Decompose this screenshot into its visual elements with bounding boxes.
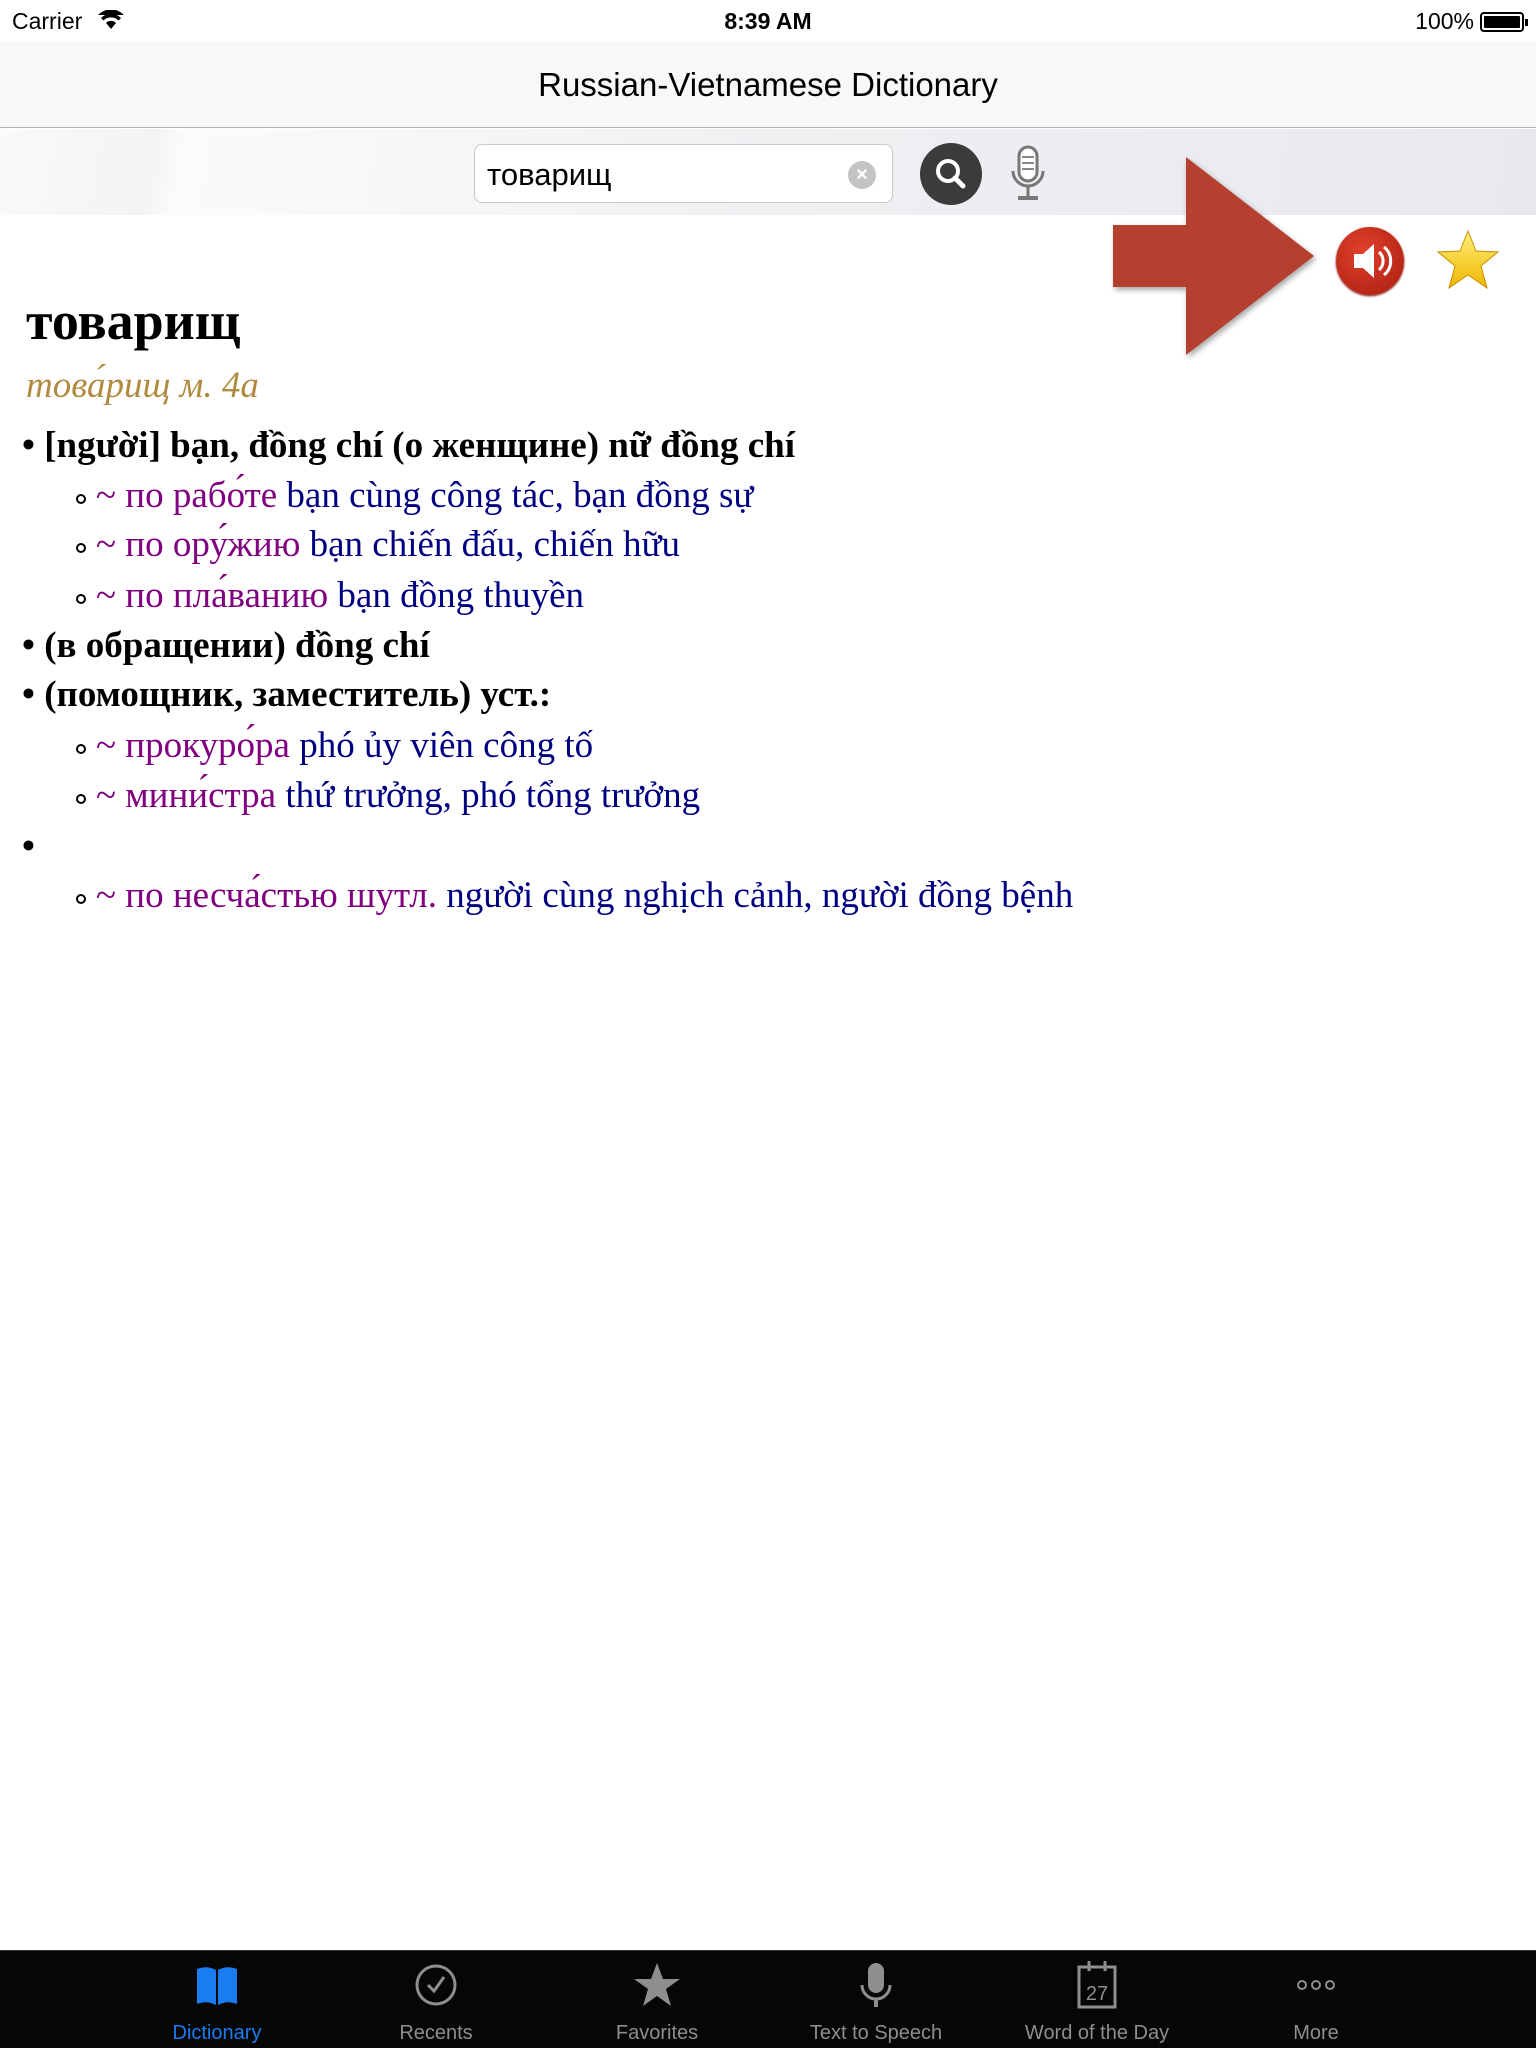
definition-text: (в обращении) đồng chí: [44, 625, 430, 666]
sub-bullet: [76, 743, 86, 754]
pronounce-button[interactable]: [1336, 227, 1404, 295]
tab-favorites[interactable]: Favorites: [557, 1951, 757, 2049]
example-vietnamese: bạn chiến đấu, chiến hữu: [309, 524, 681, 565]
search-button[interactable]: [920, 143, 982, 205]
tab-bar: Dictionary Recents Favorites Text to Speech…: [0, 1950, 1536, 2048]
definition-text: (помощник, заместитель) уст.:: [44, 674, 552, 715]
definition-item: • (помощник, заместитель) уст.:: [22, 674, 552, 715]
tab-recents[interactable]: Recents: [336, 1951, 536, 2049]
navigation-bar: Russian-Vietnamese Dictionary: [0, 42, 1536, 128]
clock: 8:39 AM: [724, 8, 812, 34]
favorite-star-button[interactable]: [1436, 229, 1500, 291]
example-item: ~ мини́стра thứ trưởng, phó tổng trưởng: [76, 774, 700, 824]
tab-word-of-the-day[interactable]: 27 Word of the Day: [997, 1951, 1197, 2049]
sub-bullet: [76, 893, 86, 904]
example-russian: ~ по рабо́те: [96, 475, 278, 516]
battery-percent: 100%: [1415, 8, 1474, 34]
example-vietnamese: bạn đồng thuyền: [337, 575, 585, 616]
example-russian: ~ мини́стра: [96, 775, 277, 816]
sub-bullet: [76, 593, 86, 604]
sub-bullet: [76, 793, 86, 804]
example-item: ~ по ору́жию bạn chiến đấu, chiến hữu: [76, 523, 680, 573]
example-item: ~ по пла́ванию bạn đồng thuyền: [76, 574, 584, 624]
definition-item: • [người] bạn, đồng chí (о женщине) nữ đ…: [22, 425, 795, 466]
battery-icon: [1480, 11, 1528, 32]
speaker-icon: [1354, 244, 1393, 278]
tab-label: Text to Speech: [809, 2022, 943, 2044]
tab-label: More: [1293, 2022, 1339, 2044]
grammar-info: това́рищ м. 4а: [26, 365, 259, 406]
sub-bullet: [76, 493, 86, 504]
example-vietnamese: thứ trưởng, phó tổng trưởng: [285, 775, 701, 816]
page-title: Russian-Vietnamese Dictionary: [538, 66, 998, 103]
annotation-arrow: [1113, 157, 1314, 355]
example-vietnamese: phó ủy viên công tố: [299, 725, 594, 766]
tab-more[interactable]: More: [1216, 1951, 1416, 2049]
magnifier-icon: [936, 159, 966, 189]
search-input[interactable]: [487, 157, 827, 193]
example-vietnamese: bạn cùng công tác, bạn đồng sự: [286, 475, 754, 516]
tab-dictionary[interactable]: Dictionary: [117, 1951, 317, 2049]
tab-label: Word of the Day: [1024, 2022, 1170, 2044]
example-russian: ~ по пла́ванию: [96, 575, 329, 616]
clear-icon[interactable]: ×: [848, 161, 876, 189]
example-russian: ~ прокуро́ра: [96, 725, 290, 766]
tab-label: Favorites: [615, 2022, 699, 2044]
definition-text: [người] bạn, đồng chí (о женщине) nữ đồn…: [44, 425, 795, 466]
sub-bullet: [76, 542, 86, 553]
definition-item: • (в обращении) đồng chí: [22, 625, 430, 666]
status-bar: Carrier 8:39 AM 100%: [0, 0, 1536, 42]
svg-text:27: 27: [1086, 1983, 1108, 2005]
search-field[interactable]: ×: [474, 144, 893, 203]
definition-item: •: [22, 826, 35, 867]
headword: товарищ: [26, 291, 241, 351]
tab-label: Recents: [399, 2022, 473, 2044]
microphone-icon[interactable]: [1008, 145, 1048, 203]
example-item: ~ по рабо́те bạn cùng công tác, bạn đồng…: [76, 474, 753, 524]
example-item: ~ прокуро́ра phó ủy viên công tố: [76, 724, 593, 774]
tab-label: Dictionary: [172, 2022, 262, 2044]
example-russian: ~ по ору́жию: [96, 524, 301, 565]
example-item: ~ по несча́стью шутл. người cùng nghịch …: [76, 874, 1073, 924]
example-russian: ~ по несча́стью шутл.: [96, 875, 437, 916]
example-vietnamese: người cùng nghịch cảnh, người đồng bệnh: [446, 875, 1074, 916]
tab-text-to-speech[interactable]: Text to Speech: [776, 1951, 976, 2049]
